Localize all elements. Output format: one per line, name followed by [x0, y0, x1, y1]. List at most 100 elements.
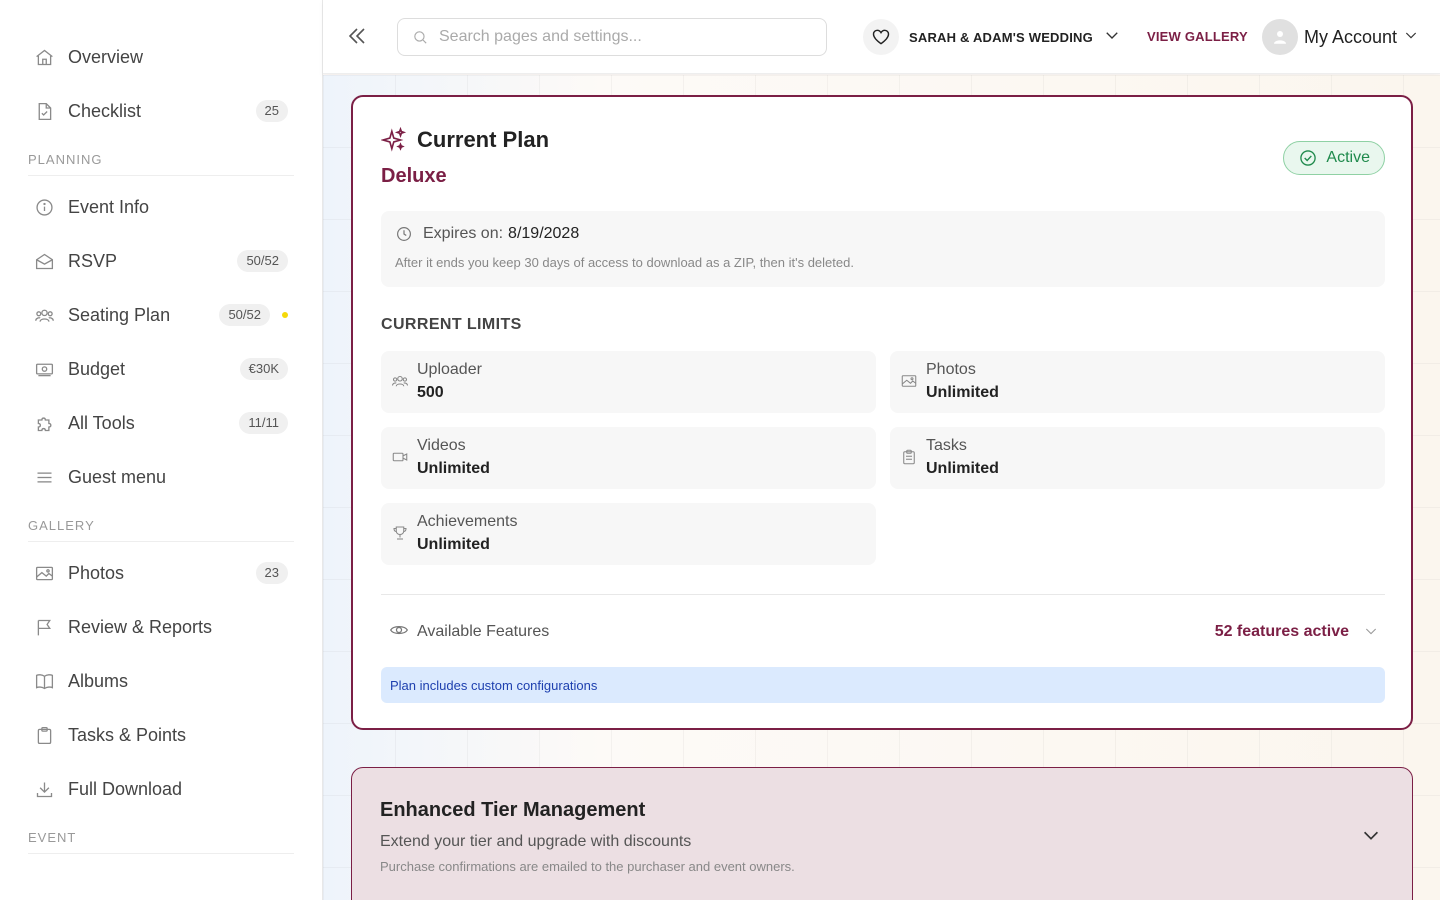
search-icon — [414, 30, 427, 44]
check-circle-icon — [1300, 150, 1317, 166]
search-input[interactable] — [439, 28, 809, 46]
people-icon — [32, 303, 56, 327]
features-count: 52 features active — [1214, 623, 1349, 640]
plan-header: Current Plan — [381, 127, 549, 153]
sidebar-item-label: Budget — [68, 358, 126, 379]
sidebar-item-checklist[interactable]: Checklist 25 — [28, 84, 294, 138]
sidebar-item-event-info[interactable]: Event Info — [28, 180, 294, 234]
sidebar-item-guest-menu[interactable]: Guest menu — [28, 450, 294, 504]
config-note: Plan includes custom configurations — [381, 667, 1385, 703]
features-label: Available Features — [417, 623, 550, 640]
sidebar-item-albums[interactable]: Albums — [28, 654, 294, 708]
limit-photos: Photos Unlimited — [890, 351, 1385, 413]
count-badge: €30K — [239, 358, 288, 380]
sidebar-item-label: Photos — [68, 562, 125, 583]
sidebar-item-review-reports[interactable]: Review & Reports — [28, 600, 294, 654]
expiry-note: After it ends you keep 30 days of access… — [395, 255, 854, 270]
user-icon — [1274, 31, 1286, 44]
sidebar-item-budget[interactable]: Budget €30K — [28, 342, 294, 396]
trophy-icon — [391, 524, 409, 542]
current-plan-card: Current Plan Deluxe Active Expires on: 8… — [351, 95, 1413, 730]
limit-name: Uploader — [417, 361, 482, 378]
section-heading-gallery: GALLERY — [28, 504, 294, 542]
account-label: My Account — [1304, 26, 1398, 47]
sidebar-item-label: All Tools — [68, 412, 135, 433]
limit-value: Unlimited — [926, 460, 999, 477]
limit-value: Unlimited — [417, 460, 490, 477]
limit-name: Photos — [926, 361, 976, 378]
count-badge: 25 — [255, 100, 288, 122]
limit-achievements: Achievements Unlimited — [381, 503, 876, 565]
chevron-down-icon[interactable] — [1360, 824, 1382, 851]
tier-note: Purchase confirmations are emailed to th… — [380, 859, 795, 874]
count-badge: 23 — [255, 562, 288, 584]
limit-name: Videos — [417, 437, 466, 454]
sidebar-item-seating-plan[interactable]: Seating Plan 50/52 — [28, 288, 294, 342]
clipboard-icon — [32, 723, 56, 747]
count-badge: 50/52 — [237, 250, 288, 272]
enhanced-tier-card[interactable]: Enhanced Tier Management Extend your tie… — [351, 767, 1413, 900]
expiry-label: Expires on: — [423, 225, 504, 242]
chevron-down-icon — [1093, 26, 1121, 49]
image-icon — [32, 561, 56, 585]
sidebar-item-tasks-points[interactable]: Tasks & Points — [28, 708, 294, 762]
sidebar-item-label: Seating Plan — [68, 304, 171, 325]
section-heading-planning: PLANNING — [28, 138, 294, 176]
limit-value: 500 — [417, 384, 444, 401]
limit-videos: Videos Unlimited — [381, 427, 876, 489]
event-name: SARAH & ADAM'S WEDDING — [909, 29, 1093, 45]
limit-value: Unlimited — [417, 536, 490, 553]
sidebar-item-label: Tasks & Points — [68, 724, 187, 745]
limits-heading: CURRENT LIMITS — [381, 316, 522, 333]
sidebar-item-label: Full Download — [68, 778, 183, 799]
section-heading-event: EVENT — [28, 816, 294, 854]
sidebar-item-label: Overview — [68, 46, 144, 67]
download-icon — [32, 777, 56, 801]
plan-title: Current Plan — [417, 127, 550, 152]
limit-uploader: Uploader 500 — [381, 351, 876, 413]
puzzle-icon — [32, 411, 56, 435]
sidebar-item-rsvp[interactable]: RSVP 50/52 — [28, 234, 294, 288]
account-menu[interactable]: My Account — [1262, 19, 1419, 55]
limit-name: Tasks — [926, 437, 967, 454]
status-dot — [282, 312, 288, 318]
clock-icon — [397, 227, 411, 241]
info-icon — [32, 195, 56, 219]
clipboard-icon — [900, 448, 918, 466]
sidebar-item-label: RSVP — [68, 250, 118, 271]
sidebar-item-label: Event Info — [68, 196, 150, 217]
sidebar: Overview Checklist 25 PLANNING Event Inf… — [0, 0, 323, 900]
flag-icon — [32, 615, 56, 639]
sidebar-item-label: Guest menu — [68, 466, 167, 487]
tier-title: Enhanced Tier Management — [380, 799, 646, 821]
envelope-icon — [32, 249, 56, 273]
limit-tasks: Tasks Unlimited — [890, 427, 1385, 489]
limit-value: Unlimited — [926, 384, 999, 401]
collapse-sidebar-button[interactable] — [345, 24, 369, 48]
count-badge: 11/11 — [239, 412, 288, 434]
sidebar-item-label: Albums — [68, 670, 129, 691]
image-icon — [900, 372, 918, 390]
event-selector[interactable]: SARAH & ADAM'S WEDDING — [863, 19, 1121, 55]
status-badge: Active — [1283, 141, 1385, 175]
video-icon — [391, 448, 409, 466]
search-box[interactable] — [397, 18, 827, 56]
sidebar-item-overview[interactable]: Overview — [28, 30, 294, 84]
sidebar-item-photos[interactable]: Photos 23 — [28, 546, 294, 600]
sidebar-item-full-download[interactable]: Full Download — [28, 762, 294, 816]
sparkles-icon — [381, 127, 407, 152]
sidebar-item-all-tools[interactable]: All Tools 11/11 — [28, 396, 294, 450]
top-bar: SARAH & ADAM'S WEDDING VIEW GALLERY My A… — [323, 0, 1440, 74]
menu-icon — [32, 465, 56, 489]
expiry-date: 8/19/2028 — [508, 225, 580, 242]
avatar — [1262, 19, 1298, 55]
available-features-toggle[interactable]: Available Features 52 features active — [389, 619, 1385, 645]
sidebar-item-label: Checklist — [68, 100, 142, 121]
sidebar-item-label: Review & Reports — [68, 616, 213, 637]
chevron-down-icon — [1363, 623, 1379, 644]
book-icon — [32, 669, 56, 693]
view-gallery-link[interactable]: VIEW GALLERY — [1147, 29, 1248, 44]
double-chevron-left-icon — [348, 28, 365, 44]
count-badge: 50/52 — [219, 304, 270, 326]
home-icon — [32, 45, 56, 69]
